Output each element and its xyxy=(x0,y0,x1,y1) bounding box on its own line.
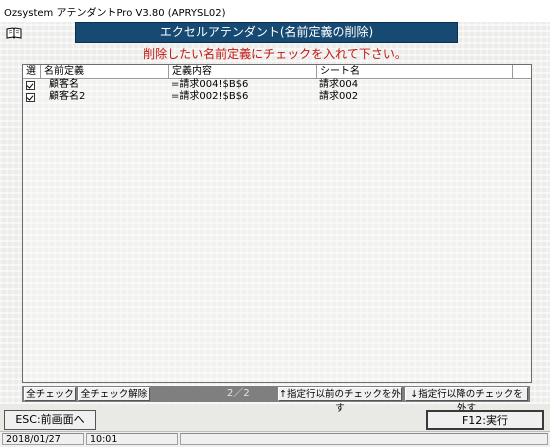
instruction-text: 削除したい名前定義にチェックを入れて下さい。 xyxy=(143,47,407,61)
row-name: 顧客名2 xyxy=(49,91,86,102)
column-select[interactable]: 選 xyxy=(23,65,41,78)
row-checkbox[interactable] xyxy=(26,81,35,90)
status-bar: 2018/01/27 10:01 xyxy=(0,431,550,447)
status-date: 2018/01/27 xyxy=(2,433,84,445)
window-titlebar: Ozsystem アテンダントPro V3.80 (APRYSL02) xyxy=(0,0,550,23)
execute-button[interactable]: F12:実行 xyxy=(426,410,544,430)
status-panel xyxy=(180,433,548,445)
table-row[interactable]: 顧客名 =請求004!$B$6 請求004 xyxy=(23,79,531,91)
uncheck-before-button[interactable]: ↑指定行以前のチェックを外す xyxy=(278,387,402,414)
uncheck-after-button[interactable]: ↓指定行以降のチェックを外す xyxy=(405,387,528,414)
row-definition: =請求002!$B$6 xyxy=(171,91,249,102)
list-toolbar: 全チェック 全チェック解除 2／2 ↑指定行以前のチェックを外す ↓指定行以降の… xyxy=(22,386,530,414)
column-name[interactable]: 名前定義 xyxy=(41,65,169,78)
status-time: 10:01 xyxy=(86,433,178,445)
row-sheet: 請求002 xyxy=(319,91,359,102)
page-title: エクセルアテンダント(名前定義の削除) xyxy=(75,22,458,43)
clear-all-button[interactable]: 全チェック解除 xyxy=(78,387,150,401)
list-header: 選 名前定義 定義内容 シート名 xyxy=(23,65,531,79)
book-icon xyxy=(6,27,22,39)
column-definition[interactable]: 定義内容 xyxy=(169,65,317,78)
window-title: Ozsystem アテンダントPro V3.80 (APRYSL02) xyxy=(4,8,226,19)
page-indicator: 2／2 xyxy=(227,388,250,399)
row-sheet: 請求004 xyxy=(319,79,359,90)
select-all-button[interactable]: 全チェック xyxy=(24,387,76,401)
column-sheet[interactable]: シート名 xyxy=(317,65,513,78)
name-definition-list[interactable]: 選 名前定義 定義内容 シート名 顧客名 =請求004!$B$6 請求004 顧… xyxy=(22,64,532,383)
row-definition: =請求004!$B$6 xyxy=(171,79,249,90)
back-button[interactable]: ESC:前画面へ xyxy=(4,410,96,430)
row-checkbox[interactable] xyxy=(26,93,35,102)
table-row[interactable]: 顧客名2 =請求002!$B$6 請求002 xyxy=(23,91,531,103)
row-name: 顧客名 xyxy=(49,79,79,90)
